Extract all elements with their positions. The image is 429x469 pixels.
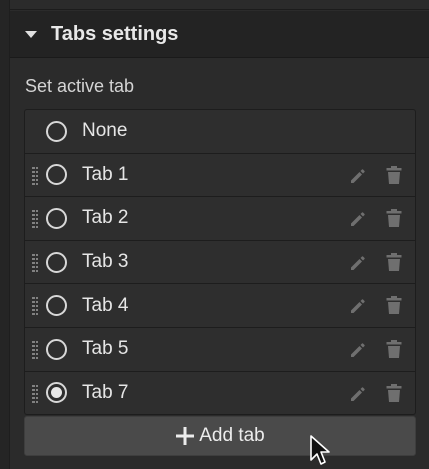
trash-icon[interactable] <box>386 295 402 315</box>
tab-option-label: Tab 5 <box>82 338 129 360</box>
tab-option-row[interactable]: Tab 5 <box>25 327 415 371</box>
drag-handle-icon[interactable] <box>32 253 38 272</box>
trash-icon[interactable] <box>386 252 402 272</box>
trash-icon[interactable] <box>386 165 402 185</box>
panel-top-strip <box>10 0 429 10</box>
drag-handle-icon[interactable] <box>32 297 38 316</box>
radio-button[interactable] <box>46 120 67 142</box>
tab-option-row[interactable]: Tab 2 <box>25 197 415 240</box>
panel-left-edge <box>0 0 10 469</box>
radio-button[interactable] <box>46 338 67 360</box>
radio-button[interactable] <box>46 207 67 229</box>
tabs-settings-panel: Tabs settings Set active tab None Tab 1 Ta… <box>0 0 429 469</box>
drag-handle-icon[interactable] <box>32 384 38 403</box>
trash-icon[interactable] <box>386 208 402 228</box>
tab-option-row[interactable]: Tab 3 <box>25 240 415 284</box>
section-title: Tabs settings <box>51 22 179 45</box>
add-tab-label: Add tab <box>199 425 265 446</box>
tab-option-row[interactable]: Tab 7 <box>25 371 415 415</box>
tab-option-label: Tab 7 <box>82 381 129 403</box>
pencil-icon[interactable] <box>348 340 368 360</box>
drag-handle-icon[interactable] <box>32 340 38 359</box>
field-label: Set active tab <box>25 76 135 96</box>
plus-icon <box>176 427 195 445</box>
drag-handle-icon[interactable] <box>32 166 38 185</box>
tab-option-row[interactable]: None <box>25 110 415 153</box>
radio-button[interactable] <box>46 295 67 317</box>
trash-icon[interactable] <box>386 383 402 403</box>
tab-option-row[interactable]: Tab 1 <box>25 153 415 197</box>
radio-button[interactable] <box>46 164 67 186</box>
tab-option-label: Tab 4 <box>82 294 129 316</box>
drag-handle-icon[interactable] <box>32 210 38 229</box>
caret-down-icon <box>25 30 37 38</box>
tab-option-label: None <box>82 120 128 142</box>
section-header[interactable]: Tabs settings <box>10 11 429 58</box>
pencil-icon[interactable] <box>348 296 368 316</box>
pencil-icon[interactable] <box>348 166 368 186</box>
pencil-icon[interactable] <box>348 253 368 273</box>
tab-option-row[interactable]: Tab 4 <box>25 284 415 327</box>
mouse-cursor-icon <box>310 435 330 465</box>
tab-radio-list: None Tab 1 Tab 2 Tab 3 Tab 4 Tab 5 Tab 7 <box>24 109 416 416</box>
radio-button[interactable] <box>46 251 67 273</box>
tab-option-label: Tab 2 <box>82 207 129 229</box>
pencil-icon[interactable] <box>348 384 368 404</box>
pencil-icon[interactable] <box>348 209 368 229</box>
tab-option-label: Tab 3 <box>82 251 129 273</box>
radio-button[interactable] <box>46 382 67 404</box>
tab-option-label: Tab 1 <box>82 163 129 185</box>
trash-icon[interactable] <box>386 339 402 359</box>
add-tab-button[interactable]: Add tab <box>24 416 416 456</box>
